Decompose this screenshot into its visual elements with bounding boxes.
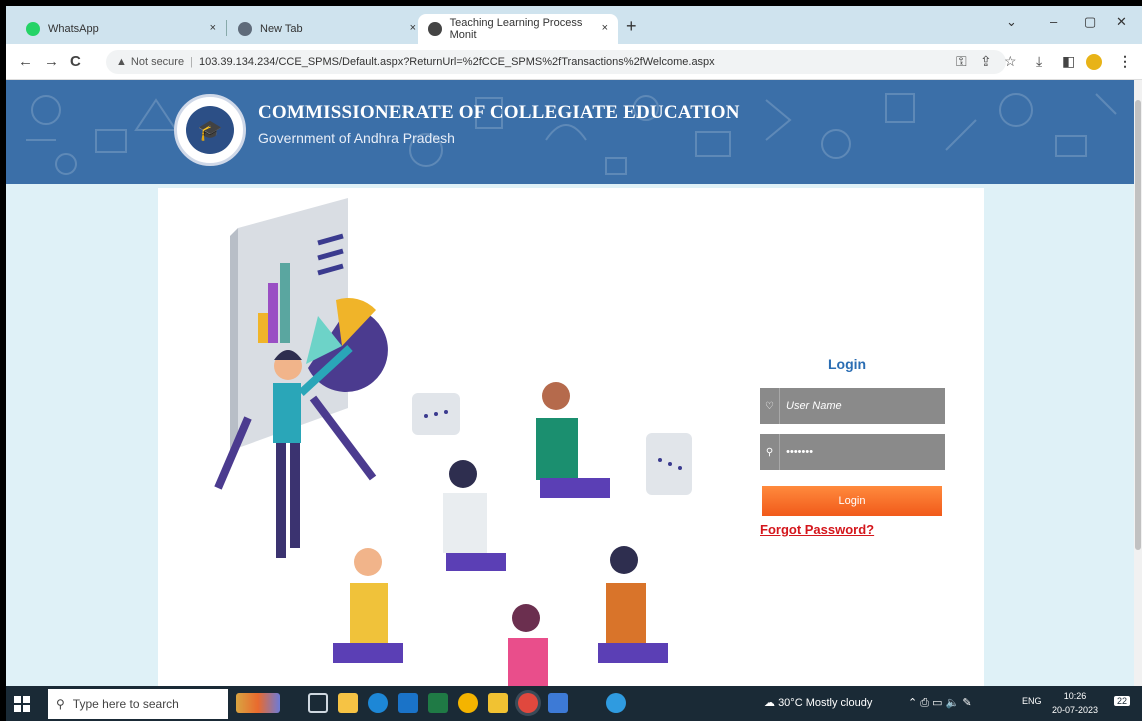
tab-title: WhatsApp: [48, 23, 99, 35]
login-button[interactable]: Login: [762, 486, 942, 516]
reload-button[interactable]: C: [70, 53, 81, 70]
clock-date: 20-07-2023: [1052, 705, 1099, 715]
cloud-icon: ☁: [764, 697, 779, 709]
excel-icon[interactable]: [428, 693, 448, 713]
store-icon[interactable]: [338, 693, 358, 713]
tab-strip: WhatsApp × New Tab × Teaching Learning P…: [6, 6, 1142, 44]
login-panel: Login ♡ ⚲ Login Forgot Password?: [158, 188, 984, 686]
chrome-icon[interactable]: [458, 693, 478, 713]
graduate-icon: 🎓: [186, 106, 234, 154]
password-field[interactable]: ⚲: [760, 434, 945, 470]
taskbar-search[interactable]: ⚲ Type here to search: [48, 689, 228, 719]
whatsapp-icon: [26, 22, 40, 36]
browser-toolbar: ← → C ▲ Not secure | 103.39.134.234/CCE_…: [6, 44, 1142, 80]
tab-title: Teaching Learning Process Monit: [449, 17, 583, 41]
profile-avatar[interactable]: [1086, 54, 1102, 70]
edge-icon[interactable]: [368, 693, 388, 713]
star-icon[interactable]: ☆: [1004, 53, 1017, 70]
clock-time: 10:26: [1063, 691, 1087, 701]
tab-teaching-learning[interactable]: Teaching Learning Process Monit ×: [418, 14, 618, 44]
close-tab-icon[interactable]: ×: [410, 22, 416, 34]
maximize-button[interactable]: ▢: [1084, 14, 1096, 30]
share-icon[interactable]: ⇪: [980, 53, 992, 70]
back-button[interactable]: ←: [18, 53, 33, 70]
site-header: 🎓 COMMISSIONERATE OF COLLEGIATE EDUCATIO…: [6, 80, 1134, 184]
new-tab-button[interactable]: +: [626, 16, 637, 37]
page-scrollbar[interactable]: [1134, 80, 1142, 686]
tab-new-tab[interactable]: New Tab ×: [228, 14, 426, 44]
tab-whatsapp[interactable]: WhatsApp ×: [16, 14, 226, 44]
news-widget-icon[interactable]: [236, 693, 280, 713]
globe-icon: [428, 22, 442, 36]
search-placeholder: Type here to search: [72, 697, 179, 711]
windows-start-icon[interactable]: [12, 694, 32, 714]
user-icon: ♡: [760, 388, 780, 424]
file-explorer-icon[interactable]: [488, 693, 508, 713]
weather-status[interactable]: ☁ 30°C Mostly cloudy: [764, 696, 872, 709]
students-group: [333, 382, 668, 686]
task-view-icon[interactable]: [308, 693, 328, 713]
notepad-icon[interactable]: [548, 693, 568, 713]
site-subtitle: Government of Andhra Pradesh: [258, 130, 455, 146]
chrome-active-icon[interactable]: [518, 693, 538, 713]
browser-window: WhatsApp × New Tab × Teaching Learning P…: [6, 6, 1142, 721]
globe-icon: [238, 22, 252, 36]
security-label[interactable]: Not secure: [131, 56, 184, 68]
download-icon[interactable]: ⤓: [1036, 53, 1042, 70]
weather-text: 30°C Mostly cloudy: [778, 697, 873, 709]
site-title: COMMISSIONERATE OF COLLEGIATE EDUCATION: [258, 102, 740, 123]
login-heading: Login: [828, 356, 867, 372]
taskbar-clock[interactable]: 10:26 20-07-2023: [1052, 689, 1098, 717]
mail-icon[interactable]: [398, 693, 418, 713]
key-icon[interactable]: ⚿: [956, 53, 967, 70]
menu-icon[interactable]: ⋮: [1118, 53, 1132, 70]
close-window-button[interactable]: ✕: [1116, 14, 1127, 30]
windows-taskbar: ⚲ Type here to search ☁ 30°C Mostly clou…: [6, 686, 1142, 721]
url-text[interactable]: 103.39.134.234/CCE_SPMS/Default.aspx?Ret…: [199, 56, 715, 68]
page-viewport: 🎓 COMMISSIONERATE OF COLLEGIATE EDUCATIO…: [6, 80, 1134, 686]
tab-search-icon[interactable]: ⌄: [1006, 14, 1017, 30]
tray-icons[interactable]: ⌃ ⎙ ▭ 🔈 ✎: [908, 696, 972, 710]
language-indicator[interactable]: ENG: [1022, 696, 1042, 706]
minimize-button[interactable]: –: [1050, 14, 1057, 29]
warning-icon: ▲: [116, 56, 127, 68]
sidepanel-icon[interactable]: ◧: [1062, 53, 1075, 70]
close-tab-icon[interactable]: ×: [210, 22, 216, 34]
forward-button[interactable]: →: [44, 53, 59, 70]
forgot-password-link[interactable]: Forgot Password?: [760, 522, 874, 537]
department-emblem: 🎓: [174, 94, 246, 166]
presentation-board: [214, 198, 388, 490]
address-bar[interactable]: ▲ Not secure | 103.39.134.234/CCE_SPMS/D…: [106, 50, 1006, 74]
help-icon[interactable]: [606, 693, 626, 713]
password-input[interactable]: [780, 446, 940, 458]
key-icon: ⚲: [760, 434, 780, 470]
close-tab-icon[interactable]: ×: [602, 22, 608, 34]
search-icon: ⚲: [56, 697, 65, 711]
tab-title: New Tab: [260, 23, 303, 35]
classroom-illustration: [214, 198, 692, 686]
username-field[interactable]: ♡: [760, 388, 945, 424]
username-input[interactable]: [780, 400, 940, 412]
notification-badge[interactable]: 22: [1114, 696, 1131, 706]
